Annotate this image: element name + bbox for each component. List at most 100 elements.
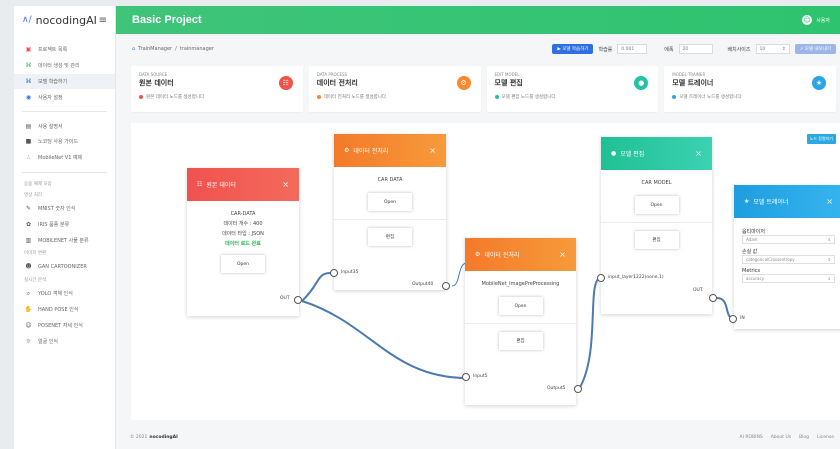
close-icon[interactable]: × [429, 146, 436, 155]
optimizer-value: Adam [746, 237, 758, 242]
close-icon[interactable]: × [559, 250, 566, 259]
learning-rate-input[interactable]: 0.001 [617, 44, 648, 54]
node-header[interactable]: ● 모델 편집 × [601, 137, 712, 170]
processing-name: MobileNet_ImagePreProcessing [481, 281, 560, 287]
sidebar-item-label: POSENET 자세 인식 [38, 322, 83, 329]
open-button[interactable]: Open [368, 193, 412, 211]
edit-button[interactable]: 편집 [368, 228, 412, 246]
train-model-button[interactable]: ▶ 모델 학습하기 [552, 44, 594, 54]
top-header: Basic Project ☺ 사용자 [116, 6, 840, 34]
sidebar-item-label: GAN CARTOONIZER [38, 263, 87, 270]
output-port[interactable] [574, 385, 582, 393]
user-menu[interactable]: ☺ 사용자 [802, 15, 830, 25]
sidebar-item-iris[interactable]: ✿ IRIS 품종 분류 [14, 216, 115, 232]
hand-icon: ✋ [24, 305, 33, 313]
batch-size-select[interactable]: 10 ⇕ [755, 44, 790, 54]
close-icon[interactable]: × [695, 149, 702, 158]
loss-value: categoricalCrossentropy [746, 257, 795, 262]
home-icon[interactable]: ⌂ [132, 46, 135, 52]
sidebar-item-posenet[interactable]: ☺ POSENET 자세 인식 [14, 317, 115, 333]
node-preprocess-1[interactable]: ⚙ 데이터 전처리 × CAR DATA Open 편집 [334, 134, 446, 290]
sidebar-item-data[interactable]: ⌘ 데이터 생성 및 관리 [14, 58, 115, 74]
node-title: 모델 편집 [620, 151, 645, 158]
input-port[interactable] [597, 274, 605, 282]
menu-toggle-icon[interactable]: ≡ [99, 15, 107, 26]
app-name: nocodingAI [35, 13, 97, 27]
sidebar-item-projects[interactable]: ▣ 프로젝트 목록 [14, 42, 115, 58]
edit-button[interactable]: 편집 [498, 332, 543, 350]
output-port[interactable] [442, 282, 450, 290]
node-header[interactable]: ★ 모델 트레이너 × [734, 185, 840, 218]
node-body: MobileNet_ImagePreProcessing Open 편집 [465, 271, 576, 356]
card-desc: 모델 편집 노드를 생성합니다 [494, 94, 651, 100]
close-icon[interactable]: × [826, 197, 833, 206]
sidebar-item-gan[interactable]: ☻ GAN CARTOONIZER [14, 259, 115, 275]
node-title: 원본 데이터 [206, 182, 236, 189]
copyright: © 2021 [130, 434, 148, 440]
epoch-input[interactable]: 20 [678, 44, 713, 54]
node-canvas[interactable]: 노드 정렬하기 ☷ 원본 데이터 × CAR-DATA 데이터 개수 : 400… [131, 123, 840, 420]
sidebar-item-mobilenet-example[interactable]: ∴ MobileNet V1 예제 [14, 150, 115, 166]
card-edit-model[interactable]: EDIT MODEL 모델 편집 모델 편집 노드를 생성합니다 ● [486, 66, 659, 112]
edit-button[interactable]: 편집 [634, 231, 679, 249]
metrics-select[interactable]: accuracy ⇕ [742, 274, 835, 283]
pencil-icon: ✎ [25, 204, 32, 212]
face-scan-icon: ☼ [25, 337, 32, 345]
port-label-out: OUT [280, 296, 290, 301]
footer-link[interactable]: Blog [799, 435, 809, 440]
model-icon: ● [611, 150, 617, 157]
manual-icon: ▤ [25, 122, 32, 130]
card-data-source[interactable]: DATA SOURCE 원본 데이터 원본 데이터 노드를 생성합니다 ☷ [131, 66, 303, 112]
node-preprocess-2[interactable]: ⚙ 데이터 전처리 × MobileNet_ImagePreProcessing… [465, 238, 576, 405]
sidebar-item-train[interactable]: ⌘ 모델 학습하기 [14, 73, 115, 90]
node-model-trainer[interactable]: ★ 모델 트레이너 × 옵티마이저 Adam ⇕ 손실 값 categorical… [734, 185, 840, 329]
port-label-out: Output40 [412, 282, 434, 287]
sidebar-item-handpose[interactable]: ✋ HAND POSE 인식 [14, 302, 115, 318]
footer-link[interactable]: AI ROBINS [740, 435, 763, 440]
data-icon: ⌘ [25, 62, 32, 70]
status-dot [139, 95, 143, 99]
output-port[interactable] [294, 296, 302, 304]
app-logo[interactable]: ∧/ nocodingAI ≡ [14, 6, 115, 34]
breadcrumb-item-trainmanager[interactable]: TrainManager [138, 46, 172, 52]
batch-size-value: 10 [759, 46, 766, 52]
input-port[interactable] [729, 315, 737, 323]
dataset-count: 데이터 개수 : 400 [223, 221, 263, 227]
node-header[interactable]: ⚙ 데이터 전처리 × [465, 238, 576, 271]
node-header[interactable]: ☷ 원본 데이터 × [187, 168, 299, 201]
open-button[interactable]: Open [498, 297, 543, 315]
optimizer-select[interactable]: Adam ⇕ [742, 235, 835, 244]
card-title: 데이터 전처리 [316, 79, 358, 87]
sidebar-item-label: 얼굴 인식 [38, 338, 58, 345]
port-label-out: OUT [693, 288, 703, 293]
sidebar-item-guide[interactable]: ■ 노코딩 사용 가이드 [14, 134, 115, 150]
image-icon: ▥ [25, 236, 32, 244]
arrange-nodes-button[interactable]: 노드 정렬하기 [806, 134, 836, 144]
output-port[interactable] [709, 294, 717, 302]
flower-icon: ✿ [25, 220, 32, 228]
card-model-trainer[interactable]: MODEL TRAINER 모델 트레이너 모델 트레이너 노드를 생성합니다 … [664, 66, 836, 112]
sidebar-item-mnist[interactable]: ✎ MNIST 숫자 인식 [14, 201, 115, 217]
person-icon: ☺ [25, 321, 32, 329]
input-port[interactable] [462, 373, 470, 381]
export-model-button[interactable]: ↗ 모델 내보내기 [794, 44, 836, 54]
sidebar-item-yolo[interactable]: ⌕ YOLO 객체 인식 [14, 286, 115, 302]
footer: © 2021 nocodingAI AI ROBINS About Us Blo… [116, 426, 840, 448]
sidebar-item-mobilenet[interactable]: ▥ MOBILENET 사물 분류 [14, 232, 115, 248]
node-source-data[interactable]: ☷ 원본 데이터 × CAR-DATA 데이터 개수 : 400 데이터 타입 … [187, 168, 299, 316]
footer-link[interactable]: About Us [771, 435, 791, 440]
close-icon[interactable]: × [282, 180, 289, 189]
open-button[interactable]: Open [221, 255, 265, 273]
loss-select[interactable]: categoricalCrossentropy ⇕ [742, 255, 835, 264]
nav-divider [22, 111, 107, 113]
port-label-in: IN [740, 316, 745, 321]
input-port[interactable] [330, 269, 338, 277]
node-header[interactable]: ⚙ 데이터 전처리 × [334, 134, 446, 167]
open-button[interactable]: Open [634, 196, 679, 214]
card-data-process[interactable]: DATA PROCESS 데이터 전처리 데이터 전처리 노드를 생성합니다 ⚙ [308, 66, 481, 112]
footer-link[interactable]: License [817, 435, 834, 440]
sidebar-item-settings[interactable]: ◉ 사용자 설정 [14, 89, 115, 105]
sidebar-item-label: MOBILENET 사물 분류 [38, 237, 89, 244]
sidebar-item-manual[interactable]: ▤ 사용 설명서 [14, 118, 115, 134]
sidebar-item-face[interactable]: ☼ 얼굴 인식 [14, 333, 115, 349]
